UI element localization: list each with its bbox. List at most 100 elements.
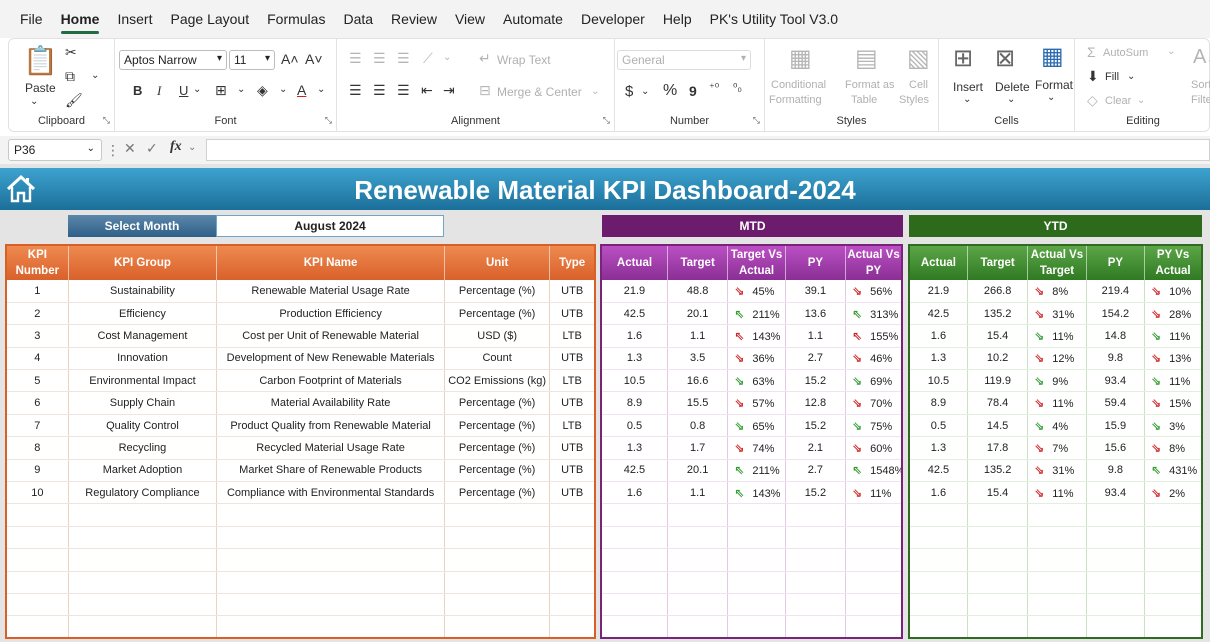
conditional-formatting-button[interactable]: Conditional bbox=[771, 79, 826, 91]
mtd-py-cell[interactable]: 15.2 bbox=[785, 481, 847, 505]
fill-icon[interactable]: ⬇ bbox=[1087, 69, 1099, 83]
align-right-icon[interactable]: ☰ bbox=[397, 83, 410, 97]
mtd-actual-cell[interactable]: 8.9 bbox=[601, 391, 668, 415]
empty-cell[interactable] bbox=[667, 571, 729, 594]
empty-cell[interactable] bbox=[1086, 615, 1146, 639]
align-middle-icon[interactable]: ☰ bbox=[373, 51, 386, 65]
ytd-target-cell[interactable]: 17.8 bbox=[967, 436, 1029, 460]
empty-cell[interactable] bbox=[216, 526, 445, 550]
ytd-actual-cell[interactable]: 10.5 bbox=[909, 369, 968, 393]
format-button[interactable]: Format bbox=[1035, 78, 1073, 92]
align-top-icon[interactable]: ☰ bbox=[349, 51, 362, 65]
ytd-py-cell[interactable]: 9.8 bbox=[1086, 459, 1146, 483]
kpi-group-cell[interactable]: Environmental Impact bbox=[68, 369, 218, 393]
ytd-actual-cell[interactable]: 1.6 bbox=[909, 324, 968, 348]
increase-decimal-icon[interactable]: ⁺⁰ bbox=[709, 83, 719, 94]
align-left-icon[interactable]: ☰ bbox=[349, 83, 362, 97]
comparison-cell[interactable]: ⇘ 10% bbox=[1144, 280, 1203, 303]
empty-cell[interactable] bbox=[601, 503, 668, 527]
chevron-down-icon[interactable]: ⌄ bbox=[1167, 47, 1175, 57]
format-as-table-icon[interactable]: ▤ bbox=[855, 47, 878, 71]
ytd-py-cell[interactable]: 154.2 bbox=[1086, 302, 1146, 326]
empty-cell[interactable] bbox=[785, 615, 847, 639]
comparison-cell[interactable]: ⇘ 31% bbox=[1027, 459, 1087, 483]
ytd-target-cell[interactable]: 119.9 bbox=[967, 369, 1029, 393]
chevron-down-icon[interactable]: ⌄ bbox=[193, 85, 201, 95]
kpi-name-cell[interactable]: Material Availability Rate bbox=[216, 391, 445, 415]
fill-button[interactable]: Fill bbox=[1105, 71, 1119, 83]
italic-button[interactable]: I bbox=[157, 83, 161, 99]
empty-cell[interactable] bbox=[216, 593, 445, 617]
ribbon-tab-file[interactable]: File bbox=[20, 7, 43, 31]
type-cell[interactable]: UTB bbox=[549, 459, 596, 483]
comparison-cell[interactable]: ⇘ 36% bbox=[727, 347, 786, 371]
comma-style-button[interactable]: 9 bbox=[689, 83, 697, 99]
empty-cell[interactable] bbox=[845, 548, 903, 572]
type-cell[interactable]: UTB bbox=[549, 347, 596, 371]
comparison-cell[interactable]: ⇖ 211% bbox=[727, 459, 786, 483]
kpi-number-cell[interactable]: 1 bbox=[6, 280, 69, 303]
comparison-cell[interactable]: ⇘ 13% bbox=[1144, 347, 1203, 371]
empty-cell[interactable] bbox=[785, 571, 847, 594]
empty-cell[interactable] bbox=[667, 548, 729, 572]
empty-cell[interactable] bbox=[601, 571, 668, 594]
ribbon-tab-automate[interactable]: Automate bbox=[503, 7, 563, 31]
mtd-target-cell[interactable]: 15.5 bbox=[667, 391, 729, 415]
ytd-target-cell[interactable]: 135.2 bbox=[967, 459, 1029, 483]
ytd-py-cell[interactable]: 93.4 bbox=[1086, 481, 1146, 505]
cell-styles-button[interactable]: Cell bbox=[909, 79, 928, 91]
mtd-actual-cell[interactable]: 0.5 bbox=[601, 414, 668, 438]
kpi-group-cell[interactable]: Recycling bbox=[68, 436, 218, 460]
ytd-actual-cell[interactable]: 42.5 bbox=[909, 459, 968, 483]
empty-cell[interactable] bbox=[967, 548, 1029, 572]
comparison-cell[interactable]: ⇖ 431% bbox=[1144, 459, 1203, 483]
empty-cell[interactable] bbox=[549, 503, 596, 527]
mtd-target-cell[interactable]: 16.6 bbox=[667, 369, 729, 393]
chevron-down-icon[interactable]: ⌄ bbox=[279, 85, 287, 95]
empty-cell[interactable] bbox=[68, 593, 218, 617]
empty-cell[interactable] bbox=[549, 548, 596, 572]
empty-cell[interactable] bbox=[6, 526, 69, 550]
empty-cell[interactable] bbox=[444, 571, 551, 594]
unit-cell[interactable]: Percentage (%) bbox=[444, 280, 551, 303]
cancel-icon[interactable]: ✕ bbox=[124, 140, 136, 157]
comparison-cell[interactable]: ⇘ 11% bbox=[1027, 324, 1087, 348]
sort-filter-icon[interactable]: A↓ bbox=[1193, 47, 1210, 67]
ytd-py-cell[interactable]: 219.4 bbox=[1086, 280, 1146, 303]
empty-cell[interactable] bbox=[1027, 571, 1087, 594]
ytd-actual-cell[interactable]: 8.9 bbox=[909, 391, 968, 415]
decrease-font-icon[interactable]: A˅ bbox=[305, 52, 323, 66]
type-cell[interactable]: LTB bbox=[549, 324, 596, 348]
comparison-cell[interactable]: ⇘ 56% bbox=[845, 280, 903, 303]
comparison-cell[interactable]: ⇘ 75% bbox=[845, 414, 903, 438]
empty-cell[interactable] bbox=[549, 526, 596, 550]
autosum-button[interactable]: AutoSum bbox=[1103, 47, 1148, 59]
comparison-cell[interactable]: ⇘ 2% bbox=[1144, 481, 1203, 505]
kpi-name-cell[interactable]: Cost per Unit of Renewable Material bbox=[216, 324, 445, 348]
mtd-py-cell[interactable]: 2.7 bbox=[785, 459, 847, 483]
empty-cell[interactable] bbox=[6, 503, 69, 527]
chevron-down-icon[interactable]: ⌄ bbox=[591, 87, 599, 97]
type-cell[interactable]: UTB bbox=[549, 481, 596, 505]
empty-cell[interactable] bbox=[727, 503, 786, 527]
empty-cell[interactable] bbox=[68, 503, 218, 527]
mtd-actual-cell[interactable]: 1.6 bbox=[601, 481, 668, 505]
merge-center-button[interactable]: Merge & Center bbox=[497, 85, 582, 99]
empty-cell[interactable] bbox=[1027, 593, 1087, 617]
kpi-name-cell[interactable]: Carbon Footprint of Materials bbox=[216, 369, 445, 393]
empty-cell[interactable] bbox=[667, 593, 729, 617]
empty-cell[interactable] bbox=[727, 526, 786, 550]
empty-cell[interactable] bbox=[549, 593, 596, 617]
mtd-py-cell[interactable]: 2.7 bbox=[785, 347, 847, 371]
dialog-launcher-icon[interactable]: ⤡ bbox=[753, 115, 760, 126]
ytd-target-cell[interactable]: 135.2 bbox=[967, 302, 1029, 326]
mtd-py-cell[interactable]: 39.1 bbox=[785, 280, 847, 303]
ytd-py-cell[interactable]: 93.4 bbox=[1086, 369, 1146, 393]
empty-cell[interactable] bbox=[1144, 571, 1203, 594]
empty-cell[interactable] bbox=[1144, 503, 1203, 527]
comparison-cell[interactable]: ⇖ 1548% bbox=[845, 459, 903, 483]
ytd-py-cell[interactable]: 14.8 bbox=[1086, 324, 1146, 348]
empty-cell[interactable] bbox=[1086, 526, 1146, 550]
empty-cell[interactable] bbox=[785, 593, 847, 617]
wrap-text-button[interactable]: Wrap Text bbox=[497, 53, 551, 67]
